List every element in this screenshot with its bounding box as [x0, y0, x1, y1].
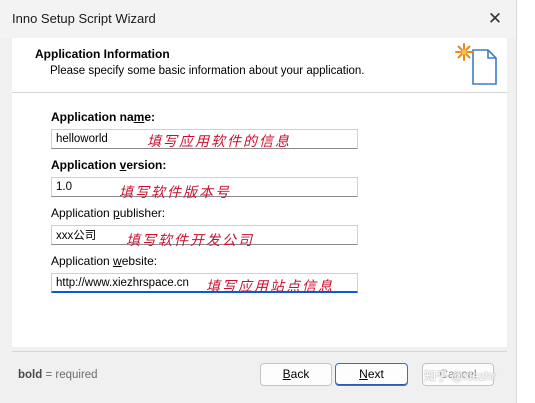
annotation-website-note: 填写应用站点信息 [206, 279, 334, 295]
annotation-publisher-note: 填写软件开发公司 [126, 233, 254, 249]
app-website-label-pre: Application [51, 254, 114, 268]
header-panel: Application Information Please specify s… [12, 38, 507, 92]
required-legend: bold = required [18, 369, 98, 381]
app-version-label-post: ersion: [126, 158, 167, 172]
outer-margin [517, 0, 535, 403]
next-button-rest: ext [367, 367, 384, 381]
app-publisher-label-post: ublisher: [119, 206, 166, 220]
app-version-label: Application version: [51, 158, 166, 172]
back-button[interactable]: Back [260, 363, 332, 386]
app-publisher-label: Application publisher: [51, 206, 165, 220]
app-name-label: Application name: [51, 110, 155, 124]
annotation-version-note: 填写软件版本号 [119, 185, 231, 201]
app-name-label-key: m [133, 110, 145, 124]
back-button-key: B [282, 367, 291, 381]
page-title: Application Information [35, 47, 170, 61]
window-title: Inno Setup Script Wizard [12, 11, 156, 26]
next-button-key: N [359, 367, 368, 381]
app-publisher-label-pre: Application [51, 206, 114, 220]
required-legend-rest: = required [42, 369, 98, 381]
app-website-label-post: ebsite: [121, 254, 158, 268]
app-name-label-pre: Application na [51, 110, 134, 124]
close-button[interactable]: ✕ [484, 8, 506, 30]
app-version-label-pre: Application [51, 158, 120, 172]
annotation-name-note: 填写应用软件的信息 [147, 134, 291, 150]
app-publisher-label-key: p [113, 206, 120, 220]
app-website-label-key: w [113, 254, 122, 268]
required-legend-bold: bold [18, 369, 43, 381]
next-button[interactable]: Next [335, 363, 408, 386]
wizard-window: Inno Setup Script Wizard ✕ Application I… [0, 0, 517, 403]
footer-divider [12, 351, 507, 352]
watermark: 知乎 @xiezhr [424, 369, 496, 383]
app-name-label-post: e: [144, 110, 156, 124]
form-area: Application name: 填写应用软件的信息 Application … [12, 93, 507, 347]
title-bar: Inno Setup Script Wizard ✕ [0, 0, 516, 38]
app-website-label: Application website: [51, 254, 157, 268]
back-button-rest: ack [290, 367, 310, 381]
wizard-document-sparkle-icon [455, 43, 497, 85]
page-subtitle: Please specify some basic information ab… [50, 65, 365, 77]
